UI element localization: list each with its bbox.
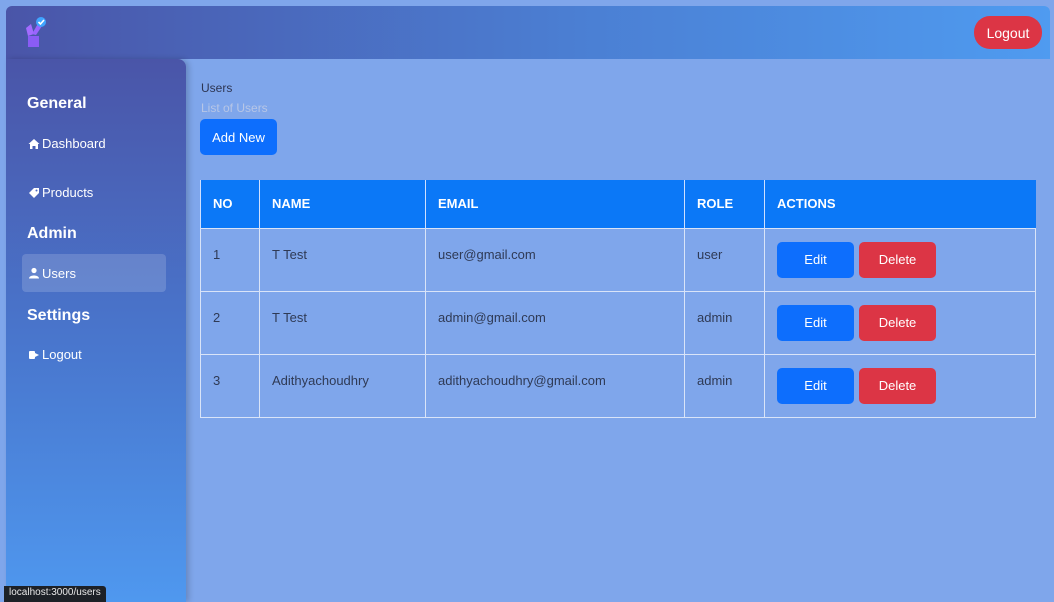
cell-no: 3 bbox=[200, 353, 260, 418]
sidebar: General Dashboard Products Admin Users S… bbox=[6, 59, 186, 602]
sidebar-item-users[interactable]: Users bbox=[22, 254, 166, 292]
table-row: 3 Adithyachoudhry adithyachoudhry@gmail.… bbox=[200, 353, 1036, 418]
status-bar-url: localhost:3000/users bbox=[4, 586, 106, 602]
add-new-button[interactable]: Add New bbox=[200, 119, 277, 155]
cell-email: user@gmail.com bbox=[425, 227, 685, 292]
cell-name: T Test bbox=[259, 227, 426, 292]
cell-email: adithyachoudhry@gmail.com bbox=[425, 353, 685, 418]
sidebar-item-products[interactable]: Products bbox=[28, 185, 93, 200]
sidebar-item-label: Logout bbox=[42, 347, 82, 362]
cell-actions: Edit Delete bbox=[764, 353, 1036, 418]
cell-role: admin bbox=[684, 353, 765, 418]
column-header-no: NO bbox=[200, 180, 260, 228]
table-row: 1 T Test user@gmail.com user Edit Delete bbox=[200, 227, 1036, 292]
tag-icon bbox=[28, 187, 40, 199]
sidebar-item-label: Users bbox=[42, 265, 76, 281]
edit-button[interactable]: Edit bbox=[777, 304, 854, 341]
column-header-actions: ACTIONS bbox=[764, 180, 1036, 228]
delete-button[interactable]: Delete bbox=[859, 241, 936, 278]
cell-name: T Test bbox=[259, 290, 426, 355]
edit-button[interactable]: Edit bbox=[777, 367, 854, 404]
signout-icon bbox=[28, 349, 40, 361]
users-table: NO NAME EMAIL ROLE ACTIONS 1 T Test user… bbox=[200, 180, 1036, 418]
page-subtitle: List of Users bbox=[201, 101, 268, 115]
sidebar-heading-admin: Admin bbox=[27, 225, 77, 242]
cell-actions: Edit Delete bbox=[764, 290, 1036, 355]
sidebar-item-dashboard[interactable]: Dashboard bbox=[28, 136, 106, 151]
cell-email: admin@gmail.com bbox=[425, 290, 685, 355]
sidebar-item-logout[interactable]: Logout bbox=[28, 347, 82, 362]
delete-button[interactable]: Delete bbox=[859, 367, 936, 404]
column-header-email: EMAIL bbox=[425, 180, 685, 228]
page-title: Users bbox=[201, 81, 233, 95]
top-navbar: Logout bbox=[6, 6, 1050, 59]
rocket-hand-icon[interactable] bbox=[22, 14, 48, 50]
home-icon bbox=[28, 138, 40, 150]
table-row: 2 T Test admin@gmail.com admin Edit Delet… bbox=[200, 290, 1036, 355]
table-header-row: NO NAME EMAIL ROLE ACTIONS bbox=[200, 180, 1036, 228]
cell-name: Adithyachoudhry bbox=[259, 353, 426, 418]
user-icon bbox=[28, 267, 40, 279]
sidebar-heading-settings: Settings bbox=[27, 307, 91, 324]
column-header-name: NAME bbox=[259, 180, 426, 228]
delete-button[interactable]: Delete bbox=[859, 304, 936, 341]
cell-no: 1 bbox=[200, 227, 260, 292]
sidebar-item-label: Dashboard bbox=[42, 136, 106, 151]
sidebar-item-label: Products bbox=[42, 185, 94, 200]
logout-button[interactable]: Logout bbox=[974, 16, 1042, 49]
cell-role: admin bbox=[684, 290, 765, 355]
cell-role: user bbox=[684, 227, 765, 292]
edit-button[interactable]: Edit bbox=[777, 241, 854, 278]
cell-no: 2 bbox=[200, 290, 260, 355]
sidebar-heading-general: General bbox=[27, 95, 87, 112]
column-header-role: ROLE bbox=[684, 180, 765, 228]
cell-actions: Edit Delete bbox=[764, 227, 1036, 292]
